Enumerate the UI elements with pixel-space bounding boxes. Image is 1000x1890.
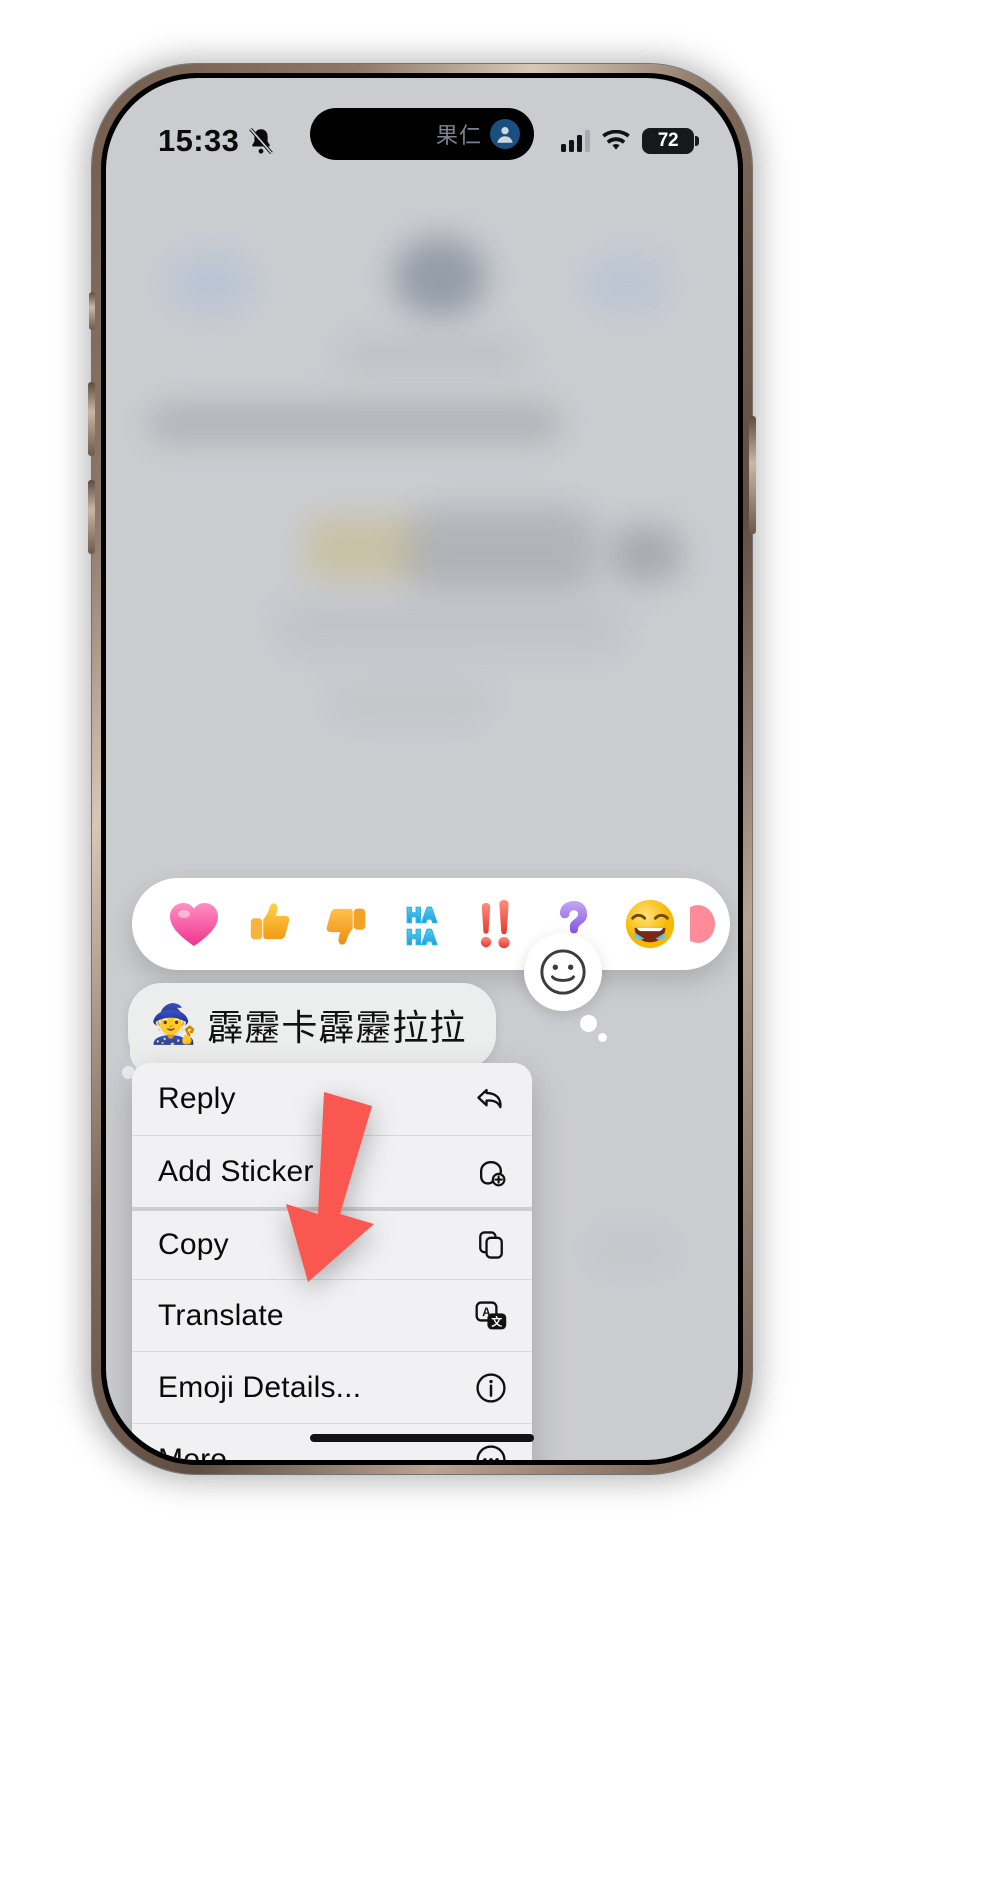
info-circle-icon: [472, 1369, 510, 1407]
dynamic-island[interactable]: 果仁: [310, 108, 534, 160]
red-arrow-icon: [268, 1092, 398, 1282]
translate-icon: A 文: [472, 1297, 510, 1335]
cellular-signal-icon: [561, 130, 590, 152]
phone-bezel: 15:33 72 果仁 HA HA 🧙 霹靂卡霹靂拉拉 Reply Add St…: [101, 73, 743, 1465]
menu-item-label: More...: [158, 1442, 253, 1461]
smiley-face-icon[interactable]: [524, 933, 602, 1011]
svg-text:HA: HA: [406, 927, 437, 949]
thumbs-down-tapback-icon[interactable]: [310, 888, 382, 960]
mute-switch-button[interactable]: [89, 292, 95, 330]
wifi-icon: [601, 129, 631, 152]
copy-icon: [472, 1226, 510, 1264]
menu-item-label: Reply: [158, 1082, 236, 1115]
status-bar-clock: 15:33: [158, 123, 240, 158]
mage-emoji: 🧙: [150, 1004, 198, 1046]
reply-arrow-icon: [472, 1080, 510, 1118]
battery-percent-label: 72: [657, 130, 679, 151]
message-text: 霹靂卡霹靂拉拉: [207, 1008, 467, 1049]
haha-tapback-icon[interactable]: HA HA: [386, 888, 458, 960]
menu-item-label: Emoji Details...: [158, 1370, 362, 1404]
svg-text:文: 文: [491, 1315, 502, 1328]
bell-slash-icon: [248, 127, 274, 155]
volume-down-button[interactable]: [88, 480, 95, 554]
menu-item-translate[interactable]: Translate A 文: [132, 1279, 532, 1351]
menu-item-label: Copy: [158, 1228, 229, 1261]
menu-item-emoji-details[interactable]: Emoji Details...: [132, 1351, 532, 1423]
menu-item-label: Translate: [158, 1298, 284, 1332]
message-bubble[interactable]: 🧙 霹靂卡霹靂拉拉: [122, 983, 497, 1079]
volume-up-button[interactable]: [88, 382, 95, 456]
power-button[interactable]: [749, 416, 756, 534]
phone-screen: 15:33 72 果仁 HA HA 🧙 霹靂卡霹靂拉拉 Reply Add St…: [106, 78, 738, 1460]
thumbs-up-tapback-icon[interactable]: [234, 888, 306, 960]
battery-cap: [695, 136, 699, 146]
reaction-picker-button[interactable]: [524, 933, 607, 1042]
add-sticker-icon: [472, 1153, 510, 1191]
status-bar-right: 72: [561, 128, 699, 154]
thought-bubble-dot-small: [598, 1033, 607, 1042]
heart-tapback-icon[interactable]: [158, 888, 230, 960]
person-avatar-icon: [490, 119, 520, 149]
more-ellipsis-circle-icon: [472, 1441, 510, 1460]
home-indicator[interactable]: [310, 1434, 534, 1442]
dynamic-island-contact-name: 果仁: [435, 123, 482, 148]
joy-emoji-icon[interactable]: [614, 888, 686, 960]
status-bar-left: 15:33: [158, 123, 274, 159]
thought-bubble-dot-large: [580, 1015, 597, 1032]
svg-text:HA: HA: [406, 905, 437, 927]
iphone-device-frame: 15:33 72 果仁 HA HA 🧙 霹靂卡霹靂拉拉 Reply Add St…: [88, 64, 756, 1474]
battery-icon: 72: [642, 128, 699, 154]
tapback-reaction-bar[interactable]: HA HA: [132, 878, 730, 970]
message-bubble-row: 🧙 霹靂卡霹靂拉拉: [122, 983, 497, 1079]
screenshot-root: 15:33 72 果仁 HA HA 🧙 霹靂卡霹靂拉拉 Reply Add St…: [0, 0, 1000, 1890]
